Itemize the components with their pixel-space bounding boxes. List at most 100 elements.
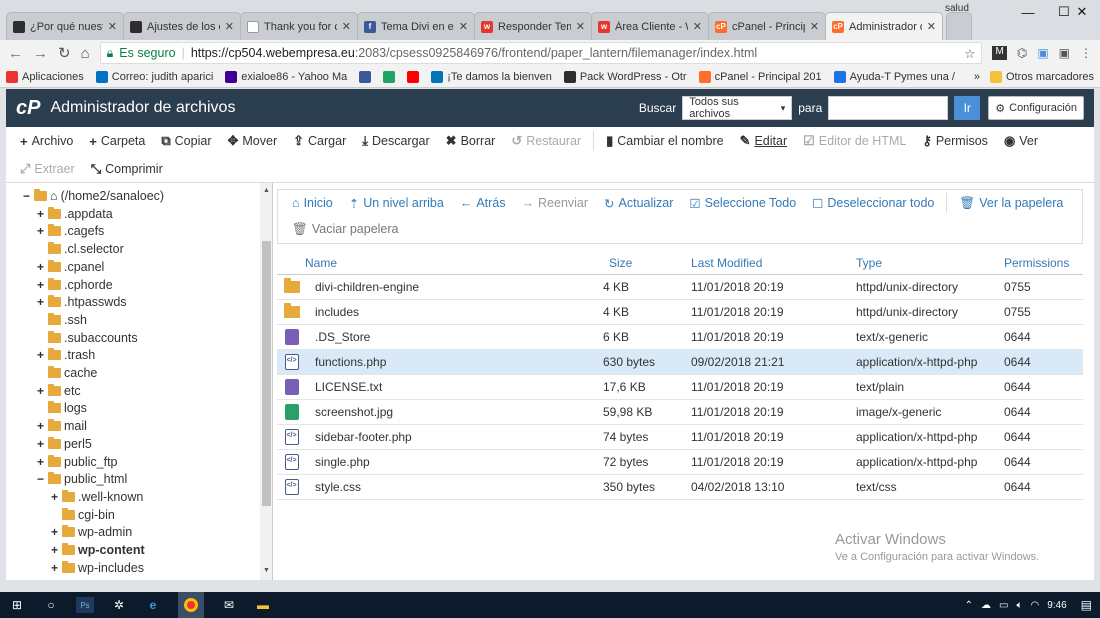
edit-button[interactable]: ✎ Editar: [732, 127, 796, 155]
new-folder-button[interactable]: + Carpeta: [81, 127, 153, 155]
forward-arrow-icon[interactable]: →: [33, 45, 48, 62]
empty-trash-button[interactable]: 🗑 Vaciar papelera: [284, 216, 407, 242]
tree-item[interactable]: .ssh: [36, 312, 87, 327]
photoshop-icon[interactable]: Ps: [76, 597, 94, 613]
tree-item[interactable]: + wp-content: [50, 543, 145, 557]
home-icon[interactable]: ⌂: [81, 45, 90, 62]
table-row[interactable]: LICENSE.txt 17,6 KB 11/01/2018 20:19 text/p…: [277, 375, 1083, 400]
tree-toggle[interactable]: +: [36, 348, 45, 362]
col-modified[interactable]: Last Modified: [691, 256, 856, 270]
browser-tab[interactable]: f Tema Divi en ex ✕: [357, 12, 475, 40]
select-all-button[interactable]: ☑ Seleccione Todo: [681, 190, 804, 216]
bookmark-item[interactable]: ¡Te damos la bienven: [431, 70, 552, 83]
tree-item[interactable]: + .htpasswds: [36, 295, 127, 309]
tab-close-icon[interactable]: ✕: [459, 20, 468, 33]
tree-scroll-thumb[interactable]: [262, 241, 271, 506]
table-row[interactable]: sidebar-footer.php 74 bytes 11/01/2018 20:…: [277, 425, 1083, 450]
settings-icon[interactable]: ✲: [110, 597, 128, 613]
browser-tab[interactable]: cP Administrador d ✕: [825, 12, 943, 40]
tree-item[interactable]: .subaccounts: [36, 330, 138, 345]
reload-icon[interactable]: ↻: [58, 44, 71, 62]
clock[interactable]: 9:46: [1047, 600, 1066, 611]
tree-root[interactable]: − ⌂ (/home2/sanaloec): [22, 189, 164, 203]
mail-icon[interactable]: ✉: [220, 597, 238, 613]
table-row[interactable]: single.php 72 bytes 11/01/2018 20:19 applic…: [277, 450, 1083, 475]
tree-item[interactable]: + .cpanel: [36, 259, 104, 274]
new-file-button[interactable]: + Archivo: [12, 127, 81, 155]
tree-toggle[interactable]: +: [36, 384, 45, 398]
refresh-button[interactable]: ↻ Actualizar: [596, 190, 681, 216]
tab-close-icon[interactable]: ✕: [576, 20, 585, 33]
table-row[interactable]: includes 4 KB 11/01/2018 20:19 httpd/unix-d…: [277, 300, 1083, 325]
tree-item[interactable]: + mail: [36, 419, 87, 433]
tree-item[interactable]: + .cagefs: [36, 224, 104, 238]
tree-item[interactable]: + etc: [36, 383, 81, 398]
file-explorer-icon[interactable]: ▬: [254, 597, 272, 613]
search-scope-select[interactable]: Todos sus archivos ▾: [682, 96, 793, 120]
tree-item[interactable]: + .cphorde: [36, 277, 113, 292]
tab-close-icon[interactable]: ✕: [810, 20, 819, 33]
permissions-button[interactable]: ⚷ Permisos: [914, 127, 996, 155]
cpanel-logo[interactable]: cP: [16, 97, 40, 120]
gmail-extension-icon[interactable]: M: [992, 46, 1007, 60]
move-button[interactable]: ✥ Mover: [219, 127, 285, 155]
bookmark-item[interactable]: exialoe86 - Yahoo Ma: [225, 70, 347, 83]
tree-toggle[interactable]: +: [36, 419, 45, 433]
tree-item[interactable]: − public_html: [36, 472, 127, 486]
wifi-icon[interactable]: ◠: [1030, 600, 1039, 611]
table-row[interactable]: divi-children-engine 4 KB 11/01/2018 20:19…: [277, 275, 1083, 300]
view-trash-button[interactable]: 🗑 Ver la papelera: [951, 190, 1071, 216]
tree-item[interactable]: + wp-includes: [50, 560, 144, 575]
tray-expand-icon[interactable]: ⌃: [965, 600, 973, 611]
bookmark-item[interactable]: cPanel - Principal 201: [698, 70, 822, 83]
table-row[interactable]: .DS_Store 6 KB 11/01/2018 20:19 text/x-gene…: [277, 325, 1083, 350]
tab-close-icon[interactable]: ✕: [342, 20, 351, 33]
bookmarks-more[interactable]: »: [974, 71, 980, 83]
tree-item[interactable]: cgi-bin: [50, 507, 115, 522]
html-editor-button[interactable]: ☑ Editor de HTML: [795, 127, 914, 155]
restore-button[interactable]: ↺ Restaurar: [503, 127, 589, 155]
browser-tab[interactable]: Ajustes de los e ✕: [123, 12, 241, 40]
tree-scrollbar[interactable]: ▲ ▼: [260, 183, 272, 580]
upload-button[interactable]: ⇪ Cargar: [285, 127, 354, 155]
tree-toggle[interactable]: −: [36, 472, 45, 486]
tree-toggle[interactable]: +: [36, 295, 45, 309]
forward-button[interactable]: → Reenviar: [514, 190, 597, 216]
browser-tab[interactable]: cP cPanel - Princip ✕: [708, 12, 826, 40]
up-one-level-button[interactable]: ⇡ Un nivel arriba: [341, 190, 452, 216]
tab-close-icon[interactable]: ✕: [693, 20, 702, 33]
compress-button[interactable]: ⤡ Comprimir: [83, 155, 171, 183]
bookmark-item[interactable]: [383, 70, 396, 83]
tree-toggle[interactable]: +: [50, 525, 59, 539]
extension-icon[interactable]: ▣: [1037, 46, 1048, 60]
col-size[interactable]: Size: [603, 256, 691, 270]
other-bookmarks[interactable]: Otros marcadores: [989, 70, 1094, 83]
table-row[interactable]: screenshot.jpg 59,98 KB 11/01/2018 20:19 im…: [277, 400, 1083, 425]
tree-item[interactable]: logs: [36, 401, 87, 415]
url-field[interactable]: 🔒︎ Es seguro | https://cp504.webempresa.…: [99, 42, 983, 64]
download-button[interactable]: ⤓ Descargar: [354, 127, 437, 155]
tree-toggle[interactable]: +: [36, 207, 45, 221]
search-input[interactable]: [828, 96, 949, 120]
battery-icon[interactable]: ▭: [999, 600, 1008, 611]
copy-button[interactable]: ⧉ Copiar: [153, 127, 219, 155]
bookmark-item[interactable]: [407, 70, 420, 83]
new-tab-button[interactable]: [946, 12, 972, 40]
bookmark-item[interactable]: Correo: judith aparici: [95, 70, 213, 83]
tree-toggle[interactable]: +: [50, 561, 59, 575]
bookmark-item[interactable]: Ayuda-T Pymes una /: [833, 70, 955, 83]
back-arrow-icon[interactable]: ←: [8, 45, 23, 62]
chrome-icon[interactable]: [178, 592, 204, 618]
tree-item[interactable]: + .trash: [36, 348, 95, 362]
star-icon[interactable]: ☆: [964, 46, 975, 61]
extension-icon[interactable]: ▣: [1059, 46, 1070, 60]
view-button[interactable]: ◉ Ver: [996, 127, 1046, 155]
delete-button[interactable]: ✖ Borrar: [438, 127, 504, 155]
tree-item[interactable]: cache: [36, 366, 97, 380]
search-icon[interactable]: ○: [42, 597, 60, 613]
menu-icon[interactable]: ⋮: [1080, 46, 1092, 60]
settings-button[interactable]: ⚙ Configuración: [988, 96, 1084, 120]
tree-item[interactable]: + .appdata: [36, 206, 113, 221]
minimize-button[interactable]: —: [1010, 0, 1046, 24]
close-window-button[interactable]: ✕: [1064, 0, 1100, 24]
